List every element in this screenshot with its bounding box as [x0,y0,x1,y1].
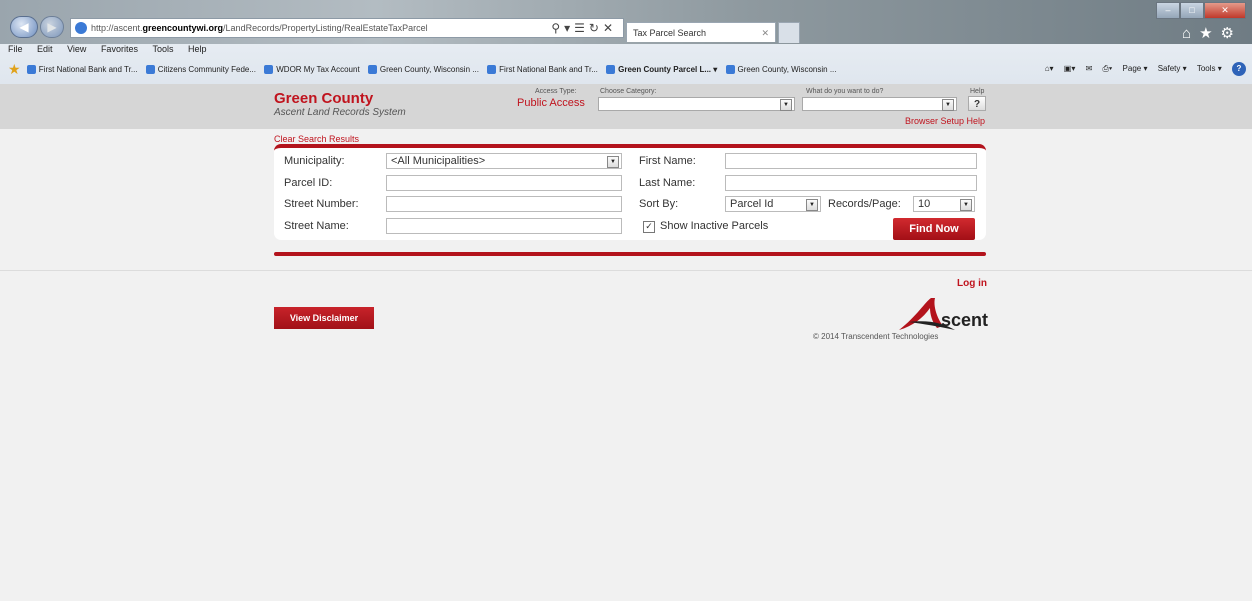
favorite-link[interactable]: Citizens Community Fede... [145,65,256,75]
favorite-link[interactable]: Green County Parcel L... ▾ [606,65,717,75]
site-header: Green County Ascent Land Records System … [0,84,1252,129]
command-tools[interactable]: Tools ▾ [1197,64,1222,73]
chevron-down-icon: ▼ [942,99,954,111]
page-icon [606,65,616,75]
tab-title: Tax Parcel Search [633,28,707,38]
first-name-label: First Name: [639,155,696,167]
category-select[interactable]: ▼ [598,97,795,111]
page-icon [145,65,155,75]
municipality-value: <All Municipalities> [391,155,486,167]
last-name-input[interactable] [725,175,977,191]
menu-edit[interactable]: Edit [37,44,53,54]
records-per-page-select[interactable]: 10 ▼ [913,196,975,212]
page-icon [26,65,36,75]
menu-file[interactable]: File [8,44,23,54]
access-type-value: Public Access [517,97,585,109]
favorite-link[interactable]: First National Bank and Tr... [487,65,598,75]
menu-bar: File Edit View Favorites Tools Help [0,44,1252,58]
sort-by-value: Parcel Id [730,198,774,210]
todo-label: What do you want to do? [806,88,884,95]
last-name-label: Last Name: [639,177,696,189]
home-favorites-settings-icons[interactable]: ⌂★⚙ [1182,24,1242,42]
command-page[interactable]: Page ▾ [1123,64,1148,73]
show-inactive-checkbox[interactable]: ✓ [643,221,655,233]
street-number-label: Street Number: [284,198,359,210]
chevron-down-icon: ▼ [806,199,818,211]
minimize-icon[interactable]: – [1156,2,1180,19]
logo-text: scent [941,310,988,330]
page-icon [725,65,735,75]
favorite-link[interactable]: Green County, Wisconsin ... [725,65,837,75]
parcel-id-label: Parcel ID: [284,177,333,189]
records-per-page-value: 10 [918,198,931,210]
brand-title[interactable]: Green County [274,90,373,107]
footer-area [0,270,1252,601]
menu-help[interactable]: Help [188,44,207,54]
street-number-input[interactable] [386,196,622,212]
menu-favorites[interactable]: Favorites [101,44,138,54]
favorite-link[interactable]: Green County, Wisconsin ... [367,65,479,75]
help-label: Help [970,88,985,95]
maximize-icon[interactable]: □ [1180,2,1204,19]
help-button[interactable]: ? [968,96,986,111]
street-name-input[interactable] [386,218,622,234]
clear-search-results-link[interactable]: Clear Search Results [274,134,359,144]
municipality-label: Municipality: [284,155,345,167]
title-bar: ◀ ▶ http://ascent.greencountywi.org/Land… [0,0,1252,44]
window-controls: – □ ✕ [1156,2,1246,19]
url-domain: greencountywi.org [142,23,224,33]
menu-view[interactable]: View [67,44,86,54]
ascent-logo: scent [899,298,988,330]
favorite-link[interactable]: WDOR My Tax Account [264,65,360,75]
records-per-page-label: Records/Page: [828,198,901,210]
parcel-id-input[interactable] [386,175,622,191]
favorite-link[interactable]: First National Bank and Tr... [26,65,138,75]
new-tab-button[interactable] [778,22,800,43]
ie-icon [75,22,87,34]
command-bar: ⌂▾ ▣▾ ✉ ⎙▾ Page ▾ Safety ▾ Tools ▾ ? [1037,62,1246,76]
street-name-label: Street Name: [284,220,349,232]
mail-icon[interactable]: ✉ [1086,64,1093,73]
view-disclaimer-button[interactable]: View Disclaimer [274,307,374,329]
browser-setup-help-link[interactable]: Browser Setup Help [905,116,985,126]
forward-button[interactable]: ▶ [40,16,64,38]
find-now-button[interactable]: Find Now [893,218,975,240]
help-icon[interactable]: ? [1232,62,1246,76]
page-icon [487,65,497,75]
print-icon[interactable]: ⎙▾ [1103,64,1113,73]
show-inactive-label[interactable]: Show Inactive Parcels [660,220,768,232]
first-name-input[interactable] [725,153,977,169]
login-link[interactable]: Log in [957,278,987,289]
tab-tax-parcel-search[interactable]: Tax Parcel Search ✕ [626,22,776,42]
back-button[interactable]: ◀ [10,16,38,38]
home-icon[interactable]: ⌂▾ [1045,64,1054,73]
chevron-down-icon: ▼ [607,156,619,168]
tab-close-icon[interactable]: ✕ [761,23,769,43]
access-type-label: Access Type: [535,88,577,95]
page-icon [367,65,377,75]
url-prefix: http://ascent. [91,23,143,33]
chevron-down-icon: ▼ [960,199,972,211]
menu-tools[interactable]: Tools [152,44,173,54]
address-bar[interactable]: http://ascent.greencountywi.org/LandReco… [70,18,624,38]
favorites-star-icon[interactable]: ★ [8,61,21,78]
chevron-down-icon: ▼ [780,99,792,111]
municipality-select[interactable]: <All Municipalities> ▼ [386,153,622,169]
address-tools-icons[interactable]: ⚲▾☰↻✕ [551,19,617,37]
sort-by-label: Sort By: [639,198,679,210]
command-safety[interactable]: Safety ▾ [1158,64,1187,73]
copyright-text: © 2014 Transcendent Technologies [813,332,939,341]
todo-select[interactable]: ▼ [802,97,957,111]
url-path: /LandRecords/PropertyListing/RealEstateT… [223,23,428,33]
category-label: Choose Category: [600,88,657,95]
browser-chrome: ◀ ▶ http://ascent.greencountywi.org/Land… [0,0,1252,85]
panel-bottom-bar [274,252,986,256]
page-icon [264,65,274,75]
close-window-icon[interactable]: ✕ [1204,2,1246,19]
sort-by-select[interactable]: Parcel Id ▼ [725,196,821,212]
feeds-icon[interactable]: ▣▾ [1064,64,1076,73]
brand-subtitle: Ascent Land Records System [274,107,406,118]
